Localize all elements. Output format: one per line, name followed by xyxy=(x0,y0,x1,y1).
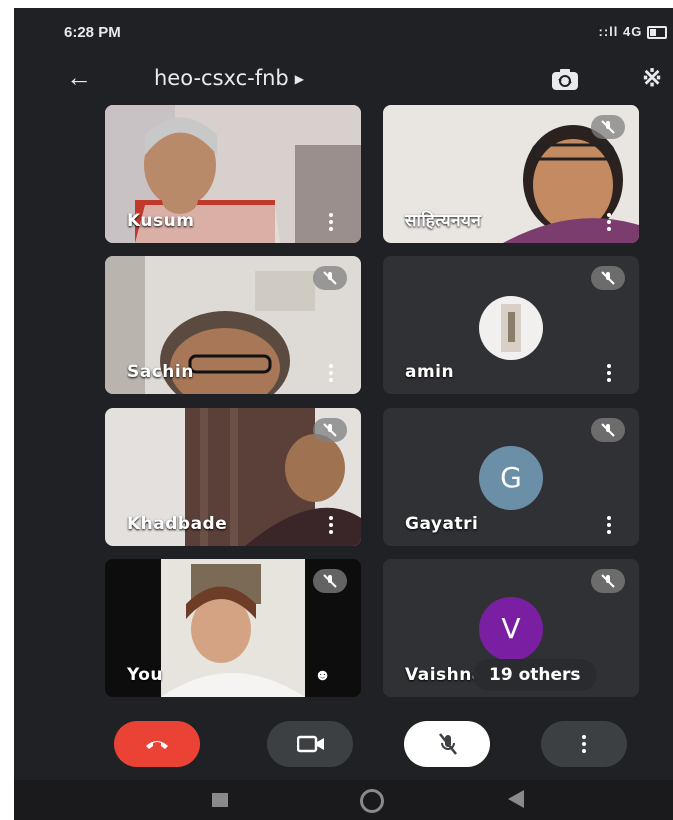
mic-off-icon xyxy=(313,418,347,442)
participant-tile[interactable]: G Gayatri xyxy=(383,408,639,546)
mic-off-icon xyxy=(591,266,625,290)
avatar: G xyxy=(479,446,543,510)
status-icons: ::ll 4G xyxy=(598,24,667,40)
participant-tile[interactable]: साहित्यनयन xyxy=(383,105,639,243)
mic-off-icon xyxy=(313,569,347,593)
status-bar: 6:28 PM ::ll 4G xyxy=(14,8,673,52)
mic-off-icon xyxy=(591,115,625,139)
system-nav-bar xyxy=(14,780,673,820)
effects-icon[interactable]: ☻ xyxy=(314,667,331,685)
more-options-button[interactable] xyxy=(541,721,627,767)
home-icon[interactable] xyxy=(360,789,384,813)
status-time: 6:28 PM xyxy=(64,24,121,41)
battery-icon xyxy=(647,26,667,40)
participant-tile-self[interactable]: You ☻ xyxy=(105,559,361,697)
self-video xyxy=(161,559,305,697)
participant-name: साहित्यनयन xyxy=(405,211,482,231)
back-icon[interactable] xyxy=(508,790,524,808)
more-icon[interactable] xyxy=(329,213,333,231)
end-call-icon xyxy=(146,741,168,749)
mic-off-icon xyxy=(439,733,457,755)
participant-tile[interactable]: Sachin xyxy=(105,256,361,394)
meeting-header: ← heo-csxc-fnb ▶ ※ xyxy=(14,60,673,100)
participant-name: amin xyxy=(405,362,455,382)
more-icon[interactable] xyxy=(329,516,333,534)
others-badge[interactable]: 19 others xyxy=(473,659,597,691)
mic-button[interactable] xyxy=(404,721,490,767)
back-arrow-icon[interactable]: ← xyxy=(66,62,92,93)
meeting-code[interactable]: heo-csxc-fnb ▶ xyxy=(154,66,304,90)
participant-tile[interactable]: V Vaishnavi 19 others xyxy=(383,559,639,697)
video-icon xyxy=(297,735,324,753)
caret-right-icon: ▶ xyxy=(294,72,304,86)
participant-tile[interactable]: Kusum xyxy=(105,105,361,243)
signal-icon: ::ll xyxy=(598,24,619,39)
avatar xyxy=(479,296,543,360)
end-call-button[interactable] xyxy=(114,721,200,767)
participant-tile[interactable]: amin xyxy=(383,256,639,394)
participant-name: Gayatri xyxy=(405,514,479,534)
more-icon xyxy=(582,735,586,753)
more-icon[interactable] xyxy=(607,364,611,382)
network-type: 4G xyxy=(623,24,643,39)
mic-off-icon xyxy=(591,418,625,442)
participant-name: You xyxy=(127,665,164,685)
more-icon[interactable] xyxy=(329,364,333,382)
mic-off-icon xyxy=(591,569,625,593)
bluetooth-icon[interactable]: ※ xyxy=(642,64,662,93)
participant-name: Kusum xyxy=(127,211,195,231)
camera-button[interactable] xyxy=(267,721,353,767)
more-icon[interactable] xyxy=(607,516,611,534)
meet-screen: 6:28 PM ::ll 4G ← heo-csxc-fnb ▶ ※ Kusum… xyxy=(14,8,673,820)
mic-off-icon xyxy=(313,266,347,290)
participant-name: Sachin xyxy=(127,362,194,382)
avatar: V xyxy=(479,597,543,661)
recents-icon[interactable] xyxy=(212,793,228,807)
participant-name: Khadbade xyxy=(127,514,228,534)
participant-tile[interactable]: Khadbade xyxy=(105,408,361,546)
more-icon[interactable] xyxy=(607,213,611,231)
flip-camera-icon[interactable] xyxy=(551,68,579,92)
